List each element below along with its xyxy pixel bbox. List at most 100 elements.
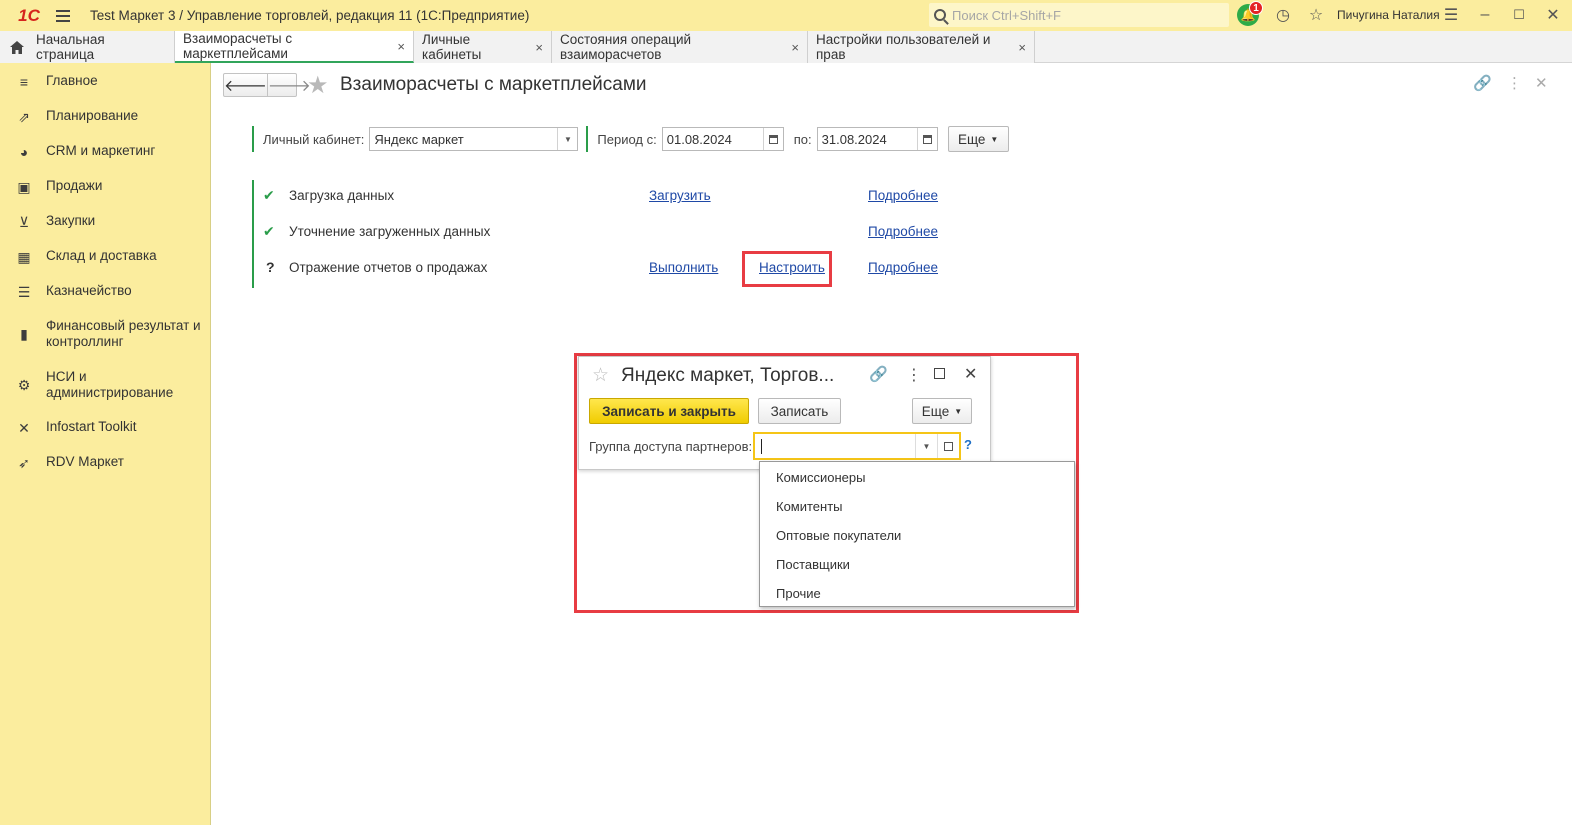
sidebar-item-nsi-admin[interactable]: ⚙ НСИ и администрирование [0, 369, 210, 401]
sidebar-item-crm[interactable]: ◕ CRM и маркетинг [0, 143, 210, 160]
account-label: Личный кабинет: [263, 131, 365, 147]
period-from-value: 01.08.2024 [666, 131, 732, 147]
link-icon[interactable]: 🔗 [1473, 74, 1492, 92]
sidebar-item-main[interactable]: ≡ Главное [0, 73, 210, 90]
tab-label: Личные кабинеты [422, 32, 482, 62]
tab-user-settings[interactable]: Настройки пользователей и прав × [808, 31, 1035, 63]
calendar-icon[interactable] [916, 128, 937, 150]
link-icon[interactable]: 🔗 [869, 365, 888, 383]
period-to-input[interactable]: 31.08.2024 [816, 127, 938, 151]
minimize-icon[interactable]: – [1474, 4, 1496, 26]
help-icon[interactable]: ? [964, 437, 972, 452]
step-label: Загрузка данных [289, 188, 395, 203]
details-link[interactable]: Подробнее [868, 224, 938, 239]
history-icon[interactable]: ◷ [1272, 4, 1294, 26]
sidebar-item-label: Финансовый результат и контроллинг [46, 318, 201, 349]
dropdown-arrow-icon[interactable]: ▼ [915, 434, 937, 458]
search-input[interactable]: Поиск Ctrl+Shift+F [929, 3, 1229, 27]
close-tab-icon[interactable]: × [397, 39, 405, 54]
more-button-label: Еще [921, 403, 950, 419]
menu-lines-icon: ≡ [19, 74, 29, 90]
list-item: ✔ Уточнение загруженных данных Подробнее [254, 222, 974, 242]
more-vertical-icon[interactable]: ⋮ [906, 365, 922, 385]
history-nav: 🡐 🡒 [223, 73, 311, 97]
details-link[interactable]: Подробнее [868, 188, 938, 203]
more-button[interactable]: Еще ▼ [912, 398, 972, 424]
list-item: ? Отражение отчетов о продажах Выполнить… [254, 258, 974, 278]
sidebar-item-warehouse[interactable]: ▦ Склад и доставка [0, 248, 210, 265]
close-form-icon[interactable]: ✕ [1535, 74, 1548, 92]
sidebar: ≡ Главное ⇗ Планирование ◕ CRM и маркети… [0, 63, 211, 825]
close-tab-icon[interactable]: × [1018, 40, 1026, 55]
checkmark-icon: ✔ [263, 187, 275, 203]
filter-bar: Личный кабинет: Яндекс маркет ▼ Период с… [252, 126, 1009, 152]
details-link[interactable]: Подробнее [868, 260, 938, 275]
sidebar-item-label: Склад и доставка [46, 248, 157, 263]
sidebar-item-sales[interactable]: ▣ Продажи [0, 178, 210, 195]
sidebar-item-treasury[interactable]: ☰ Казначейство [0, 283, 210, 300]
popup-title: Яндекс маркет, Торгов... [621, 365, 835, 386]
open-item-icon[interactable] [937, 434, 959, 458]
more-button[interactable]: Еще ▼ [947, 126, 1009, 152]
close-tab-icon[interactable]: × [791, 40, 799, 55]
sidebar-item-label: Infostart Toolkit [46, 419, 137, 434]
planning-chart-icon: ⇗ [18, 109, 30, 125]
maximize-icon[interactable]: ☐ [1508, 4, 1530, 26]
main-menu-icon[interactable] [56, 9, 78, 22]
tab-label: Начальная страница [36, 32, 105, 62]
close-icon[interactable]: ✕ [964, 364, 977, 384]
sidebar-item-label: CRM и маркетинг [46, 143, 156, 158]
execute-link[interactable]: Выполнить [649, 260, 718, 275]
list-item[interactable]: Оптовые покупатели [776, 528, 901, 543]
list-item[interactable]: Комиссионеры [776, 470, 865, 485]
save-button[interactable]: Записать [758, 398, 841, 424]
tabs-bar: Начальная страница Взаиморасчеты с марке… [0, 31, 1572, 63]
save-and-close-button[interactable]: Записать и закрыть [589, 398, 749, 424]
steps-list: ✔ Загрузка данных Загрузить Подробнее ✔ … [252, 180, 972, 288]
search-icon [934, 9, 946, 21]
sidebar-item-purchases[interactable]: ⊻ Закупки [0, 213, 210, 230]
tab-operation-states[interactable]: Состояния операций взаиморасчетов × [552, 31, 808, 63]
dropdown-arrow-icon[interactable]: ▼ [557, 128, 577, 150]
list-item[interactable]: Прочие [776, 586, 821, 601]
sidebar-item-label: Продажи [46, 178, 103, 193]
sidebar-item-infostart[interactable]: ✕ Infostart Toolkit [0, 419, 210, 436]
user-name[interactable]: Пичугина Наталия [1337, 8, 1440, 22]
list-item: ✔ Загрузка данных Загрузить Подробнее [254, 186, 974, 206]
favorites-star-icon[interactable]: ☆ [1305, 4, 1327, 26]
divider [586, 126, 589, 152]
close-tab-icon[interactable]: × [535, 40, 543, 55]
close-window-icon[interactable]: ✕ [1542, 4, 1564, 26]
dropdown-list: Комиссионеры Комитенты Оптовые покупател… [759, 461, 1075, 607]
shopping-bag-icon: ▣ [17, 179, 31, 195]
sidebar-item-rdv-market[interactable]: ➶ RDV Маркет [0, 454, 210, 471]
period-from-input[interactable]: 01.08.2024 [661, 127, 784, 151]
forward-arrow-icon[interactable]: 🡒 [268, 74, 311, 96]
partner-access-group-input[interactable]: ▼ [753, 432, 961, 460]
maximize-icon[interactable] [934, 368, 945, 379]
chevron-down-icon: ▼ [990, 134, 999, 144]
calendar-icon[interactable] [762, 128, 783, 150]
favorite-star-icon[interactable]: ☆ [592, 364, 609, 387]
account-select[interactable]: Яндекс маркет ▼ [369, 127, 579, 151]
cart-icon: ⊻ [18, 214, 30, 230]
chevron-down-icon: ▼ [954, 406, 963, 416]
tab-personal-accounts[interactable]: Личные кабинеты × [414, 31, 552, 63]
sidebar-item-planning[interactable]: ⇗ Планирование [0, 108, 210, 125]
save-button-label: Записать [770, 403, 829, 419]
tab-home[interactable]: Начальная страница [0, 31, 175, 63]
settings-menu-icon[interactable]: ☰ [1440, 4, 1462, 26]
list-item[interactable]: Комитенты [776, 499, 843, 514]
step-label: Уточнение загруженных данных [289, 224, 491, 239]
sidebar-item-label: Главное [46, 73, 98, 88]
list-item[interactable]: Поставщики [776, 557, 850, 572]
load-link[interactable]: Загрузить [649, 188, 711, 203]
partner-access-group-label: Группа доступа партнеров: [589, 439, 753, 454]
tab-marketplace-settlements[interactable]: Взаиморасчеты с маркетплейсами × [175, 31, 414, 63]
more-vertical-icon[interactable]: ⋮ [1507, 74, 1522, 92]
back-arrow-icon[interactable]: 🡐 [224, 74, 268, 96]
sidebar-item-finance[interactable]: ▮ Финансовый результат и контроллинг [0, 318, 210, 350]
text-caret [761, 439, 762, 454]
favorite-star-icon[interactable]: ★ [307, 71, 329, 100]
settings-popup: ☆ Яндекс маркет, Торгов... 🔗 ⋮ ✕ Записат… [578, 356, 991, 470]
